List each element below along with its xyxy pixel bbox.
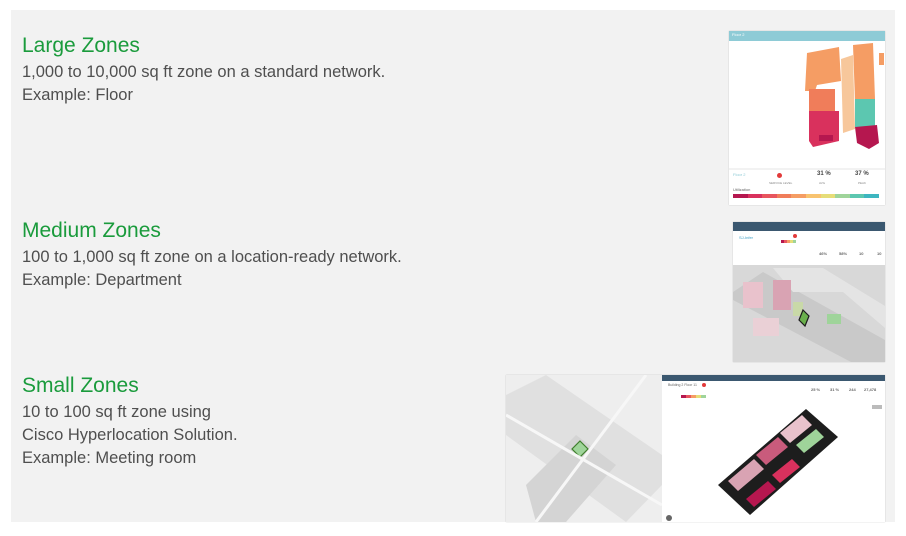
large-preview-floor-label: Floor 2 xyxy=(733,172,746,177)
alert-icon xyxy=(793,234,797,238)
medium-zones-section: Medium Zones 100 to 1,000 sq ft zone on … xyxy=(22,218,402,292)
small-zones-section: Small Zones 10 to 100 sq ft zone using C… xyxy=(22,373,238,470)
alert-icon xyxy=(702,383,706,387)
large-preview-peak-label: PEAK xyxy=(858,181,867,185)
large-preview-avg-label: AVG xyxy=(819,181,826,185)
utilization-scale-step xyxy=(805,194,821,198)
large-preview-peak-value: 37 % xyxy=(855,171,869,177)
utilization-scale-step xyxy=(835,194,850,198)
medium-preview-zone-label: SJ-Infer xyxy=(739,235,754,240)
small-preview-metric-3: 244 xyxy=(849,387,856,392)
utilization-scale-step xyxy=(762,194,777,198)
large-zones-title: Large Zones xyxy=(22,34,140,57)
large-preview-avg-value: 31 % xyxy=(817,171,831,177)
small-zones-description: 10 to 100 sq ft zone using Cisco Hyperlo… xyxy=(22,403,238,467)
utilization-scale-step xyxy=(849,194,865,198)
small-preview-metric-2: 31 % xyxy=(830,387,840,392)
large-preview-utilization-label: Utilization xyxy=(733,187,751,192)
department-map xyxy=(733,231,885,362)
alert-icon xyxy=(777,173,782,178)
small-preview-metric-4: 27,478 xyxy=(864,387,877,392)
medium-preview-metric-1: 46% xyxy=(819,251,828,256)
utilization-scale-step xyxy=(747,194,763,198)
utilization-scale xyxy=(733,194,879,198)
utilization-scale-step xyxy=(864,194,879,198)
large-zones-section: Large Zones 1,000 to 10,000 sq ft zone o… xyxy=(22,33,385,107)
large-zone-preview: Floor 2 Floor 2 SERVICE LEVEL 31 % AVG 3… xyxy=(729,31,885,205)
large-zones-description: 1,000 to 10,000 sq ft zone on a standard… xyxy=(22,63,386,104)
medium-preview-metric-2: 58% xyxy=(839,251,848,256)
building-map xyxy=(506,375,885,522)
utilization-scale-step xyxy=(791,194,806,198)
utilization-scale-step xyxy=(733,194,748,198)
medium-zones-title: Medium Zones xyxy=(22,219,161,242)
utilization-scale-step xyxy=(820,194,836,198)
large-preview-service-level: SERVICE LEVEL xyxy=(769,181,793,185)
medium-preview-metric-4: 10 xyxy=(877,251,882,256)
medium-preview-metric-3: 10 xyxy=(859,251,864,256)
small-preview-metric-1: 25 % xyxy=(811,387,821,392)
medium-zones-description: 100 to 1,000 sq ft zone on a location-re… xyxy=(22,248,402,289)
small-preview-header-label: Building 2 Floor 11 xyxy=(668,383,697,387)
small-zones-title: Small Zones xyxy=(22,374,139,397)
small-zone-preview: Building 2 Floor 11 25 % 31 % 244 27,478 xyxy=(506,375,885,522)
floor-heatmap xyxy=(729,43,885,170)
utilization-scale-step xyxy=(776,194,792,198)
medium-zone-preview: SJ-Infer 46% 58% 10 10 xyxy=(733,222,885,362)
